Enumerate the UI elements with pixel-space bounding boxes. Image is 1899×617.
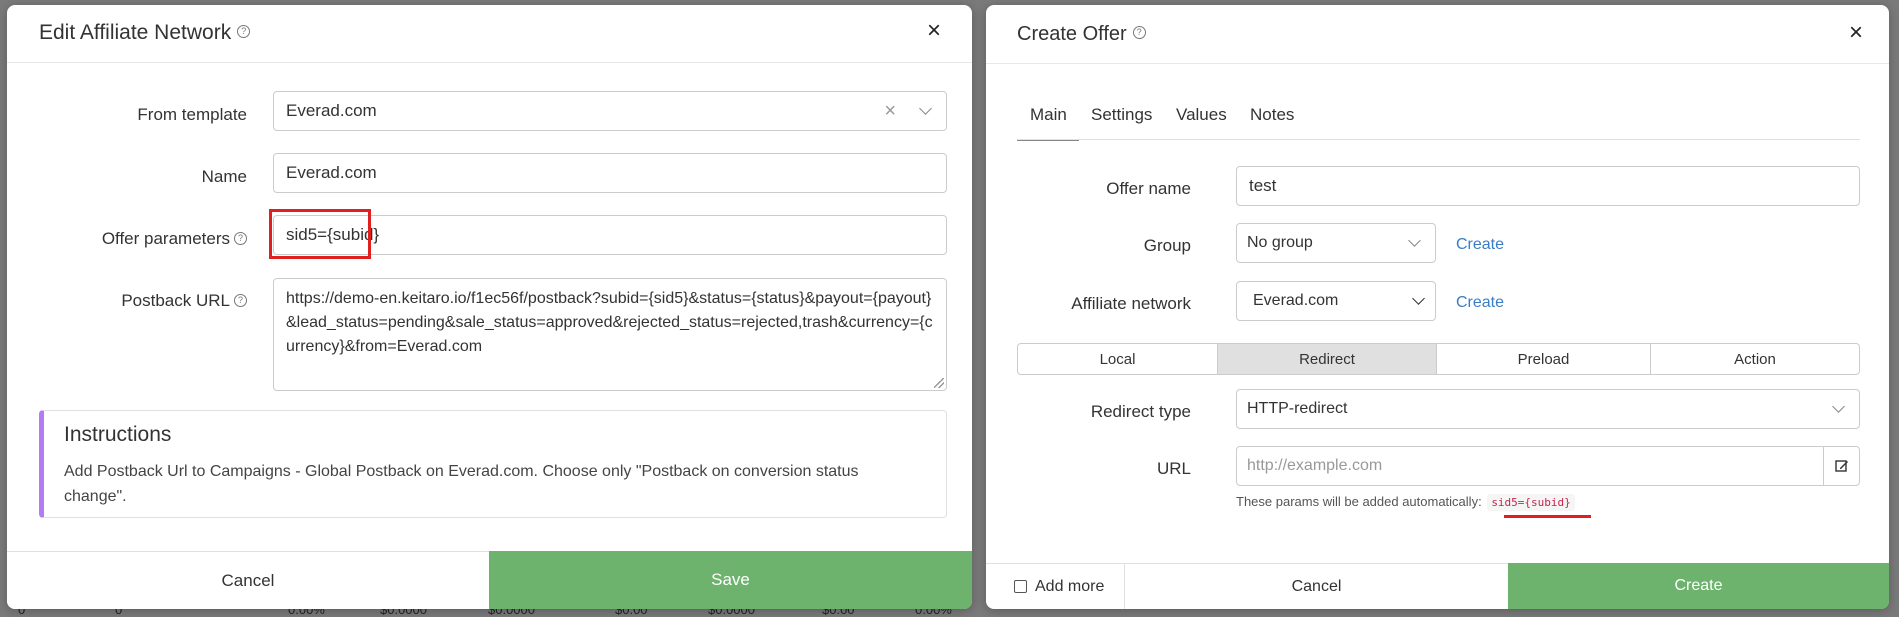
tab-main[interactable]: Main <box>1017 105 1079 141</box>
group-select[interactable]: No group <box>1236 223 1436 263</box>
label-text: Name <box>201 167 247 186</box>
select-value: Everad.com <box>1253 292 1339 309</box>
label-text: Offer parameters <box>101 229 230 248</box>
help-icon[interactable]: ? <box>237 24 251 38</box>
close-icon[interactable]: × <box>1844 21 1868 45</box>
postback-url-textarea[interactable]: https://demo-en.keitaro.io/f1ec56f/postb… <box>273 278 947 391</box>
url-input[interactable]: http://example.com <box>1236 446 1824 486</box>
edit-icon-button[interactable] <box>1823 446 1860 486</box>
cancel-button[interactable]: Cancel <box>1125 563 1508 609</box>
resize-handle-icon[interactable] <box>934 378 944 388</box>
clear-icon[interactable]: × <box>884 100 896 123</box>
affiliate-network-select[interactable]: Everad.com <box>1236 281 1436 321</box>
tab-notes[interactable]: Notes <box>1250 105 1294 139</box>
affiliate-network-label: Affiliate network <box>1071 294 1191 314</box>
modal-title-text: Edit Affiliate Network <box>39 21 232 44</box>
select-value: Everad.com <box>286 101 377 120</box>
chevron-down-icon <box>1412 292 1425 305</box>
mode-action[interactable]: Action <box>1650 343 1860 375</box>
offer-parameters-label: Offer parameters? <box>102 229 247 249</box>
instructions-text: Add Postback Url to Campaigns - Global P… <box>64 463 859 505</box>
modal-header: Create Offer? × <box>986 5 1889 64</box>
redirect-type-select[interactable]: HTTP-redirect <box>1236 389 1860 429</box>
instructions-box: Instructions Add Postback Url to Campaig… <box>39 410 947 518</box>
params-code: sid5={subid} <box>1487 494 1575 511</box>
name-input[interactable]: Everad.com <box>273 153 947 193</box>
hint-text: These params will be added automatically… <box>1236 494 1482 509</box>
modal-header: Edit Affiliate Network? × <box>7 5 972 63</box>
edit-icon <box>1835 460 1848 472</box>
affiliate-network-create-link[interactable]: Create <box>1456 294 1504 312</box>
textarea-value: https://demo-en.keitaro.io/f1ec56f/postb… <box>286 290 933 355</box>
tab-settings[interactable]: Settings <box>1091 105 1152 139</box>
postback-url-label: Postback URL? <box>121 291 247 311</box>
mode-local[interactable]: Local <box>1017 343 1218 375</box>
label-text: Postback URL <box>121 291 230 310</box>
cancel-button[interactable]: Cancel <box>7 551 489 609</box>
create-offer-modal: Create Offer? × Main Settings Values Not… <box>986 5 1889 609</box>
add-more-control[interactable]: Add more <box>986 563 1125 609</box>
select-value: No group <box>1247 234 1313 251</box>
group-label: Group <box>1144 236 1191 256</box>
tabs-divider <box>1017 139 1860 140</box>
close-icon[interactable]: × <box>922 19 946 43</box>
label-text: Offer name <box>1106 179 1191 198</box>
from-template-label: From template <box>137 105 247 125</box>
add-more-label: Add more <box>1035 577 1105 595</box>
save-button[interactable]: Save <box>489 551 972 609</box>
group-create-link[interactable]: Create <box>1456 236 1504 254</box>
highlight-underline <box>1504 515 1591 518</box>
instructions-title: Instructions <box>64 423 172 446</box>
help-icon[interactable]: ? <box>1132 26 1146 40</box>
url-hint: These params will be added automatically… <box>1236 494 1575 511</box>
modal-title: Edit Affiliate Network? <box>39 21 251 45</box>
from-template-select[interactable]: Everad.com × <box>273 91 947 131</box>
mode-redirect[interactable]: Redirect <box>1217 343 1437 375</box>
label-text: From template <box>137 105 247 124</box>
label-text: URL <box>1156 459 1191 478</box>
label-text: Affiliate network <box>1071 294 1191 313</box>
label-text: Group <box>1143 236 1191 255</box>
input-value: test <box>1249 176 1277 195</box>
select-value: HTTP-redirect <box>1247 400 1348 417</box>
create-button[interactable]: Create <box>1508 563 1889 609</box>
name-label: Name <box>202 167 247 187</box>
redirect-type-label: Redirect type <box>1091 402 1191 422</box>
offer-parameters-input[interactable]: sid5={subid} <box>273 215 947 255</box>
chevron-down-icon <box>1832 400 1845 413</box>
modal-title-text: Create Offer <box>1017 23 1127 45</box>
chevron-down-icon <box>1408 234 1421 247</box>
help-icon[interactable]: ? <box>234 232 247 246</box>
modal-title: Create Offer? <box>1017 23 1146 46</box>
offer-name-label: Offer name <box>1106 179 1191 199</box>
input-value: Everad.com <box>286 163 377 182</box>
mode-preload[interactable]: Preload <box>1436 343 1651 375</box>
add-more-checkbox[interactable] <box>1014 580 1027 593</box>
label-text: Redirect type <box>1090 402 1191 421</box>
offer-name-input[interactable]: test <box>1236 166 1860 206</box>
tab-values[interactable]: Values <box>1176 105 1227 139</box>
help-icon[interactable]: ? <box>234 294 247 308</box>
edit-affiliate-network-modal: Edit Affiliate Network? × From template … <box>7 5 972 609</box>
input-placeholder: http://example.com <box>1247 457 1383 474</box>
url-label: URL <box>1157 459 1191 479</box>
highlight-box <box>269 209 371 259</box>
chevron-down-icon <box>919 102 932 115</box>
